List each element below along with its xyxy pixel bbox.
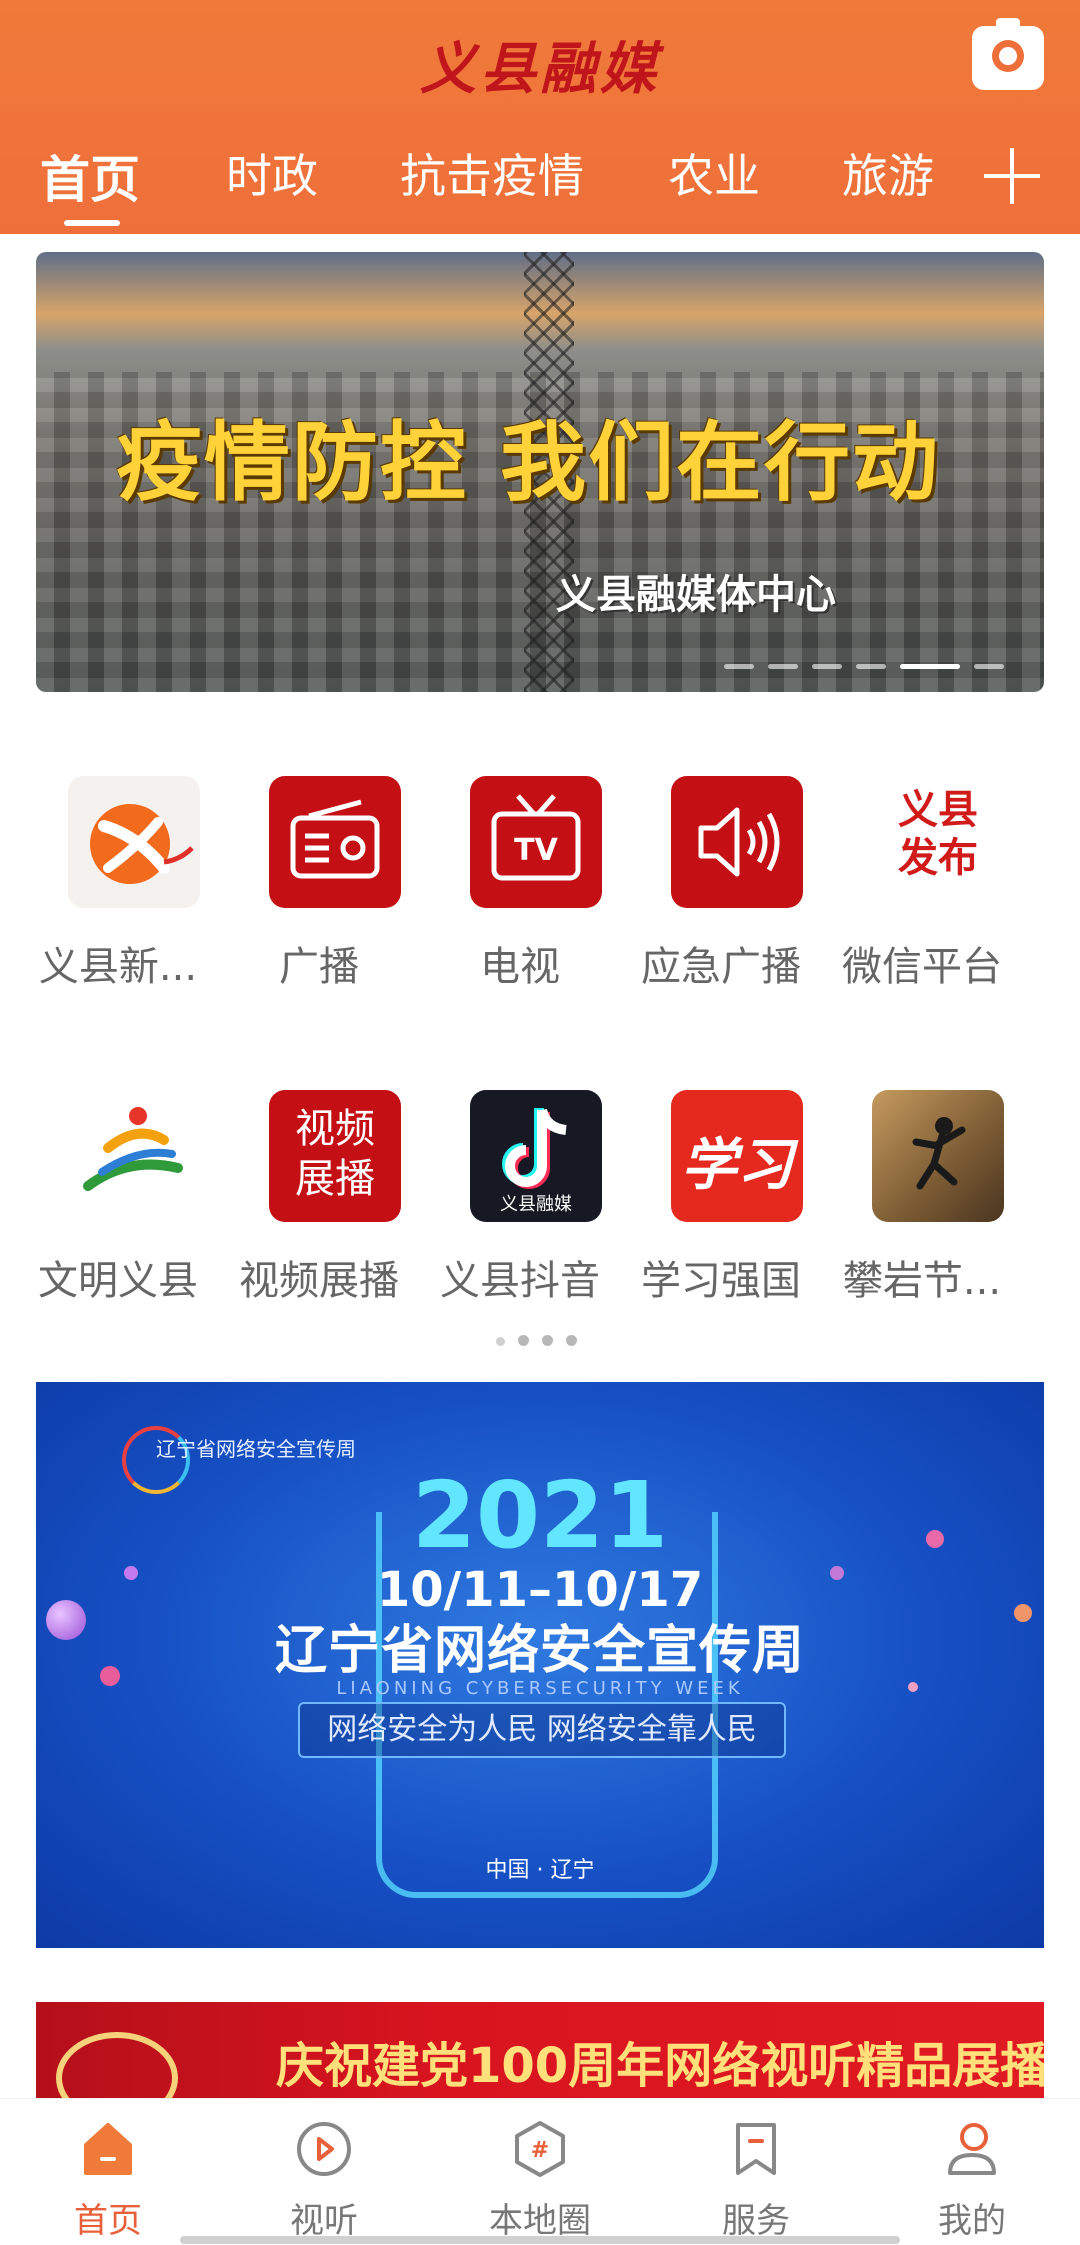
nav-label: 我的 xyxy=(938,2201,1006,2241)
banner-title: 疫情防控 我们在行动 xyxy=(116,413,940,513)
tab-epidemic[interactable]: 抗击疫情 xyxy=(400,140,584,206)
speaker-icon xyxy=(671,776,803,908)
grid-item-label: 攀岩节... xyxy=(842,1258,1002,1304)
banner-dot[interactable] xyxy=(974,664,1004,669)
decor-bubble xyxy=(124,1566,138,1580)
home-indicator-bar[interactable] xyxy=(180,2236,900,2244)
nav-label: 视听 xyxy=(290,2201,358,2241)
promo-logo-text: 辽宁省网络安全宣传周 xyxy=(156,1437,356,1461)
banner-subtitle: 义县融媒体中心 xyxy=(556,572,836,618)
cybersecurity-week-banner[interactable]: 辽宁省网络安全宣传周 2021 10/11–10/17 辽宁省网络安全宣传周 L… xyxy=(36,1382,1044,1948)
grid-item-video-showcase[interactable]: 视频 展播 视频展播 xyxy=(219,1090,419,1304)
tab-agriculture[interactable]: 农业 xyxy=(668,140,760,206)
grid-item-label: 义县新... xyxy=(38,944,198,990)
grid-item-xuexi[interactable]: 学习 学习强国 xyxy=(621,1090,821,1304)
home-icon xyxy=(84,2123,132,2175)
radio-icon xyxy=(269,776,401,908)
promo-english: LIAONING CYBERSECURITY WEEK xyxy=(336,1678,744,1699)
hashtag-hexagon-icon: # xyxy=(515,2121,565,2177)
promo-slogan: 网络安全为人民 网络安全靠人民 xyxy=(298,1702,786,1758)
grid-item-label: 广播 xyxy=(279,944,359,990)
tab-politics[interactable]: 时政 xyxy=(226,140,318,206)
logo-text: 学习 xyxy=(681,1132,793,1198)
grid-pagination xyxy=(496,1331,590,1346)
yixian-release-logo-icon: 义县 发布 xyxy=(872,776,1004,908)
play-icon xyxy=(297,2122,351,2176)
grid-item-douyin[interactable]: 义县融媒 义县抖音 xyxy=(420,1090,620,1304)
grid-item-label: 学习强国 xyxy=(641,1258,801,1304)
grid-item-label: 文明义县 xyxy=(38,1258,198,1304)
page-dot[interactable] xyxy=(518,1335,529,1346)
xuexi-icon: 学习 xyxy=(671,1090,803,1222)
banner-pagination xyxy=(710,654,1004,669)
banner-dot-active[interactable] xyxy=(900,664,960,669)
grid-item-label: 电视 xyxy=(480,944,560,990)
nav-label: 服务 xyxy=(722,2201,790,2241)
svg-text:TV: TV xyxy=(514,833,558,868)
tab-tourism[interactable]: 旅游 xyxy=(842,140,934,206)
rock-climbing-icon xyxy=(872,1090,1004,1222)
bottom-navigation: 首页 视听 # 本地圈 服务 我的 xyxy=(0,2098,1080,2245)
party-banner-title: 庆祝建党100周年网络视听精品展播 xyxy=(276,2038,1044,2094)
nav-label: 本地圈 xyxy=(489,2201,591,2241)
grid-item-label: 应急广播 xyxy=(641,944,801,990)
page-dot-active[interactable] xyxy=(496,1337,505,1346)
nav-profile[interactable]: 我的 xyxy=(864,2099,1080,2245)
tv-icon: TV xyxy=(470,776,602,908)
page-dot[interactable] xyxy=(566,1335,577,1346)
nav-service[interactable]: 服务 xyxy=(648,2099,864,2245)
nav-media[interactable]: 视听 xyxy=(216,2099,432,2245)
promo-place: 中国 · 辽宁 xyxy=(485,1858,595,1883)
grid-item-emergency-broadcast[interactable]: 应急广播 xyxy=(621,776,821,990)
promo-title: 辽宁省网络安全宣传周 xyxy=(274,1621,805,1681)
promo-year: 2021 xyxy=(411,1462,669,1569)
nav-label: 首页 xyxy=(74,2201,142,2241)
grid-item-wechat[interactable]: 义县 发布 微信平台 xyxy=(822,776,1022,990)
douyin-icon: 义县融媒 xyxy=(470,1090,602,1222)
party-emblem-icon xyxy=(56,2032,178,2098)
banner-dot[interactable] xyxy=(724,664,754,669)
civilization-logo-icon xyxy=(68,1090,200,1222)
grid-item-yixian-news[interactable]: 义县新... xyxy=(18,776,218,990)
video-showcase-icon: 视频 展播 xyxy=(269,1090,401,1222)
banner-dot[interactable] xyxy=(856,664,886,669)
banner-dot[interactable] xyxy=(768,664,798,669)
svg-text:#: # xyxy=(531,2138,549,2163)
channel-tabs: 首页 时政 抗击疫情 农业 旅游 xyxy=(0,140,1080,220)
add-channel-icon[interactable] xyxy=(984,148,1040,204)
top-banner-carousel[interactable]: 疫情防控 我们在行动 义县融媒体中心 xyxy=(36,252,1044,692)
decor-bubble xyxy=(100,1666,120,1686)
nav-local[interactable]: # 本地圈 xyxy=(432,2099,648,2245)
grid-item-label: 义县抖音 xyxy=(440,1258,600,1304)
yixian-news-logo-icon xyxy=(68,776,200,908)
app-logo: 义县融媒 xyxy=(420,36,660,102)
grid-item-radio[interactable]: 广播 xyxy=(219,776,419,990)
grid-item-rock-climbing[interactable]: 攀岩节... xyxy=(822,1090,1022,1304)
logo-text: 义县 发布 xyxy=(898,787,978,881)
grid-item-label: 视频展播 xyxy=(239,1258,399,1304)
nav-home[interactable]: 首页 xyxy=(0,2099,216,2245)
grid-item-tv[interactable]: TV 电视 xyxy=(420,776,620,990)
logo-text: 义县融媒 xyxy=(500,1194,572,1215)
party-anniversary-banner[interactable]: 庆祝建党100周年网络视听精品展播 xyxy=(36,2002,1044,2098)
banner-dot[interactable] xyxy=(812,664,842,669)
grid-item-civilization[interactable]: 文明义县 xyxy=(18,1090,218,1304)
decor-bubble xyxy=(830,1566,844,1580)
decor-bubble xyxy=(926,1530,944,1548)
active-tab-indicator xyxy=(64,220,120,226)
bookmark-icon xyxy=(736,2123,776,2175)
grid-item-label: 微信平台 xyxy=(842,944,1002,990)
camera-icon[interactable] xyxy=(972,18,1044,90)
page-dot[interactable] xyxy=(542,1335,553,1346)
decor-bubble xyxy=(908,1682,918,1692)
decor-bubble xyxy=(46,1600,86,1640)
decor-bubble xyxy=(1014,1604,1032,1622)
tab-home[interactable]: 首页 xyxy=(40,140,140,212)
user-icon xyxy=(948,2123,996,2175)
